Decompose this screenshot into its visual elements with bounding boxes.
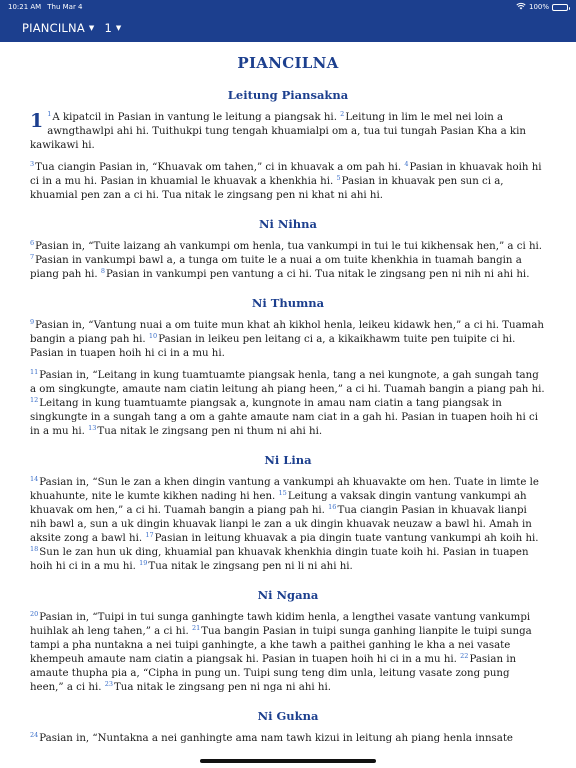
paragraph: 14Pasian in, “Sun le zan a khen dingin v… — [30, 475, 546, 574]
status-bar: 10:21 AM Thu Mar 4 100% — [0, 0, 576, 14]
verse-number[interactable]: 11 — [30, 368, 38, 376]
verse-text[interactable]: Tua ciangin Pasian in, “Khuavak om tahen… — [35, 162, 404, 173]
paragraph: 6Pasian in, “Tuite laizang ah vankumpi o… — [30, 239, 546, 282]
verse-number[interactable]: 7 — [30, 253, 34, 261]
caret-down-icon: ▼ — [115, 24, 122, 32]
verse-text[interactable]: Tua nitak le zingsang pen ni li ni ahi h… — [148, 561, 352, 572]
verse-number[interactable]: 10 — [149, 332, 157, 340]
wifi-icon — [516, 2, 526, 12]
verse-text[interactable]: Pasian in leitung khuavak a pia dingin t… — [155, 533, 539, 544]
verse-number[interactable]: 1 — [47, 110, 51, 118]
battery-icon — [552, 3, 570, 11]
nav-bar: PIANCILNA ▼ 1 ▼ — [0, 14, 576, 42]
home-indicator[interactable] — [200, 759, 376, 763]
paragraph: 1 1A kipatcil in Pasian in vantung le lei… — [30, 110, 546, 153]
verse-number[interactable]: 15 — [279, 489, 287, 497]
verse-text[interactable]: Tua nitak le zingsang pen ni nga ni ahi … — [114, 682, 331, 693]
battery-percent: 100% — [528, 3, 549, 11]
status-time: 10:21 AM — [8, 3, 42, 11]
paragraph: 11Pasian in, “Leitang in kung tuamtuamte… — [30, 368, 546, 439]
verse-number[interactable]: 3 — [30, 160, 34, 168]
verse-text[interactable]: Tua nitak le zingsang pen ni thum ni ahi… — [97, 426, 322, 437]
verse-number[interactable]: 13 — [88, 424, 96, 432]
verse-number[interactable]: 24 — [30, 731, 38, 739]
verse-text[interactable]: A kipatcil in Pasian in vantung le leitu… — [52, 112, 340, 123]
section-heading: Ni Gukna — [257, 709, 319, 723]
verse-number[interactable]: 22 — [460, 652, 468, 660]
chapter-selector-button[interactable]: 1 ▼ — [105, 21, 122, 35]
verse-text[interactable]: Pasian in, “Leitang in kung tuamtuamte p… — [30, 370, 545, 395]
caret-down-icon: ▼ — [88, 24, 95, 32]
verse-number[interactable]: 21 — [192, 624, 200, 632]
verse-number[interactable]: 5 — [336, 174, 340, 182]
verse-number[interactable]: 6 — [30, 239, 34, 247]
verse-text[interactable]: Pasian in vankumpi pen vantung a ci hi. … — [106, 269, 529, 280]
section-heading: Ni Ngana — [257, 588, 319, 602]
status-date: Thu Mar 4 — [47, 3, 83, 11]
verse-text[interactable]: Pasian in, “Nuntakna a nei ganhingte ama… — [39, 733, 513, 744]
verse-text[interactable]: Pasian in, “Tuite laizang ah vankumpi om… — [35, 241, 542, 252]
chapter-selector-label: 1 — [104, 21, 112, 35]
verse-number[interactable]: 9 — [30, 318, 34, 326]
sections-container: Leitung Piansakna 1 1A kipatcil in Pasian … — [30, 88, 546, 746]
verse-number[interactable]: 20 — [30, 610, 38, 618]
section-heading: Leitung Piansakna — [227, 88, 349, 102]
verse-number[interactable]: 18 — [30, 545, 38, 553]
chapter-number: 1 — [30, 110, 44, 132]
verse-number[interactable]: 16 — [328, 503, 336, 511]
verse-number[interactable]: 4 — [404, 160, 408, 168]
verse-number[interactable]: 17 — [145, 531, 153, 539]
verse-number[interactable]: 19 — [139, 559, 147, 567]
paragraph: 9Pasian in, “Vantung nuai a om tuite mun… — [30, 318, 546, 361]
verse-number[interactable]: 23 — [105, 680, 113, 688]
verse-number[interactable]: 2 — [340, 110, 344, 118]
paragraph: 3Tua ciangin Pasian in, “Khuavak om tahe… — [30, 160, 546, 203]
book-selector-label: PIANCILNA — [22, 21, 85, 35]
paragraph: 20Pasian in, “Tuipi in tui sunga ganhing… — [30, 610, 546, 695]
book-selector-button[interactable]: PIANCILNA ▼ — [22, 21, 95, 35]
verse-number[interactable]: 12 — [30, 396, 38, 404]
paragraph: 24Pasian in, “Nuntakna a nei ganhingte a… — [30, 731, 546, 746]
reading-pane[interactable]: PIANCILNA Leitung Piansakna 1 1A kipatcil … — [30, 50, 546, 768]
verse-number[interactable]: 14 — [30, 475, 38, 483]
section-heading: Ni Lina — [264, 453, 312, 467]
verse-number[interactable]: 8 — [101, 267, 105, 275]
book-title: PIANCILNA — [237, 54, 339, 72]
section-heading: Ni Thumna — [251, 296, 325, 310]
section-heading: Ni Nihna — [259, 217, 317, 231]
